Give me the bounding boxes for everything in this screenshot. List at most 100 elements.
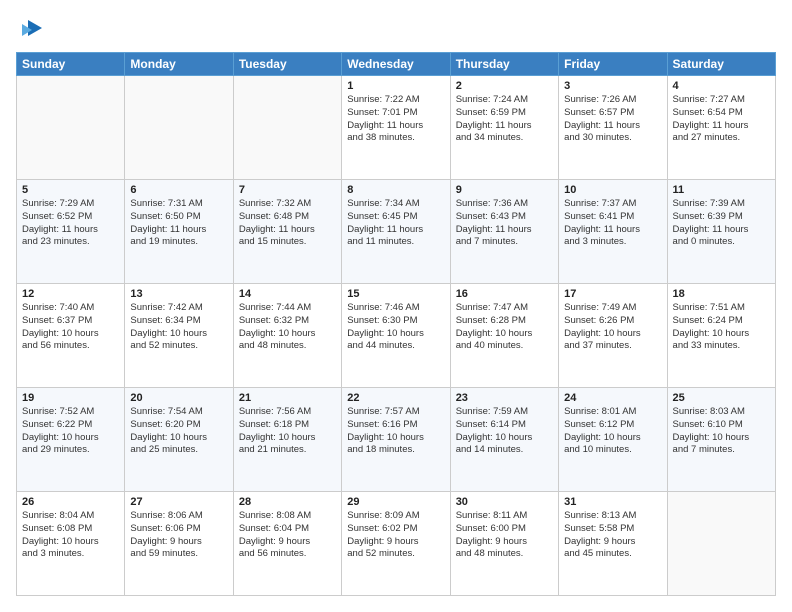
day-info: Sunrise: 7:49 AM Sunset: 6:26 PM Dayligh…: [564, 302, 661, 353]
calendar-cell: 9 Sunrise: 7:36 AM Sunset: 6:43 PM Daylig…: [450, 180, 558, 284]
day-number: 3: [564, 80, 661, 92]
day-info: Sunrise: 7:42 AM Sunset: 6:34 PM Dayligh…: [130, 302, 227, 353]
day-info: Sunrise: 7:22 AM Sunset: 7:01 PM Dayligh…: [347, 94, 444, 145]
day-info: Sunrise: 7:52 AM Sunset: 6:22 PM Dayligh…: [22, 406, 119, 457]
calendar-cell: 24Sunrise: 8:01 AM Sunset: 6:12 PM Dayli…: [559, 388, 667, 492]
logo: [16, 16, 46, 44]
calendar-cell: 8 Sunrise: 7:34 AM Sunset: 6:45 PM Daylig…: [342, 180, 450, 284]
calendar-cell: 12 Sunrise: 7:40 AM Sunset: 6:37 PM Dayli…: [17, 284, 125, 388]
day-number: 6: [130, 184, 227, 196]
day-number: 11: [673, 184, 770, 196]
day-number: 2: [456, 80, 553, 92]
calendar-cell: 14Sunrise: 7:44 AM Sunset: 6:32 PM Dayli…: [233, 284, 341, 388]
day-number: 28: [239, 496, 336, 508]
calendar-cell: 22 Sunrise: 7:57 AM Sunset: 6:16 PM Dayli…: [342, 388, 450, 492]
day-number: 21: [239, 392, 336, 404]
day-info: Sunrise: 7:37 AM Sunset: 6:41 PM Dayligh…: [564, 198, 661, 249]
calendar-week-row-3: 19 Sunrise: 7:52 AM Sunset: 6:22 PM Dayli…: [17, 388, 776, 492]
day-number: 7: [239, 184, 336, 196]
calendar-cell: 1 Sunrise: 7:22 AM Sunset: 7:01 PM Daylig…: [342, 76, 450, 180]
day-info: Sunrise: 7:26 AM Sunset: 6:57 PM Dayligh…: [564, 94, 661, 145]
calendar-cell: 7 Sunrise: 7:32 AM Sunset: 6:48 PM Daylig…: [233, 180, 341, 284]
weekday-header-thursday: Thursday: [450, 53, 558, 76]
weekday-header-monday: Monday: [125, 53, 233, 76]
weekday-header-row: SundayMondayTuesdayWednesdayThursdayFrid…: [17, 53, 776, 76]
calendar-cell: 23Sunrise: 7:59 AM Sunset: 6:14 PM Dayli…: [450, 388, 558, 492]
day-number: 4: [673, 80, 770, 92]
calendar-cell: 29Sunrise: 8:09 AM Sunset: 6:02 PM Dayli…: [342, 492, 450, 596]
day-number: 9: [456, 184, 553, 196]
day-info: Sunrise: 8:08 AM Sunset: 6:04 PM Dayligh…: [239, 510, 336, 561]
calendar-cell: 17Sunrise: 7:49 AM Sunset: 6:26 PM Dayli…: [559, 284, 667, 388]
day-number: 22: [347, 392, 444, 404]
day-info: Sunrise: 7:32 AM Sunset: 6:48 PM Dayligh…: [239, 198, 336, 249]
calendar-cell: 6Sunrise: 7:31 AM Sunset: 6:50 PM Daylig…: [125, 180, 233, 284]
weekday-header-wednesday: Wednesday: [342, 53, 450, 76]
header: [16, 16, 776, 44]
calendar-cell: 30 Sunrise: 8:11 AM Sunset: 6:00 PM Dayli…: [450, 492, 558, 596]
calendar-cell: 5 Sunrise: 7:29 AM Sunset: 6:52 PM Daylig…: [17, 180, 125, 284]
day-number: 1: [347, 80, 444, 92]
day-number: 25: [673, 392, 770, 404]
day-info: Sunrise: 8:13 AM Sunset: 5:58 PM Dayligh…: [564, 510, 661, 561]
day-number: 27: [130, 496, 227, 508]
calendar-week-row-4: 26Sunrise: 8:04 AM Sunset: 6:08 PM Dayli…: [17, 492, 776, 596]
calendar-cell: 3 Sunrise: 7:26 AM Sunset: 6:57 PM Daylig…: [559, 76, 667, 180]
day-number: 15: [347, 288, 444, 300]
calendar-cell: 10 Sunrise: 7:37 AM Sunset: 6:41 PM Dayli…: [559, 180, 667, 284]
day-number: 5: [22, 184, 119, 196]
day-number: 30: [456, 496, 553, 508]
day-info: Sunrise: 8:11 AM Sunset: 6:00 PM Dayligh…: [456, 510, 553, 561]
calendar-cell: [233, 76, 341, 180]
day-number: 20: [130, 392, 227, 404]
calendar-cell: 19 Sunrise: 7:52 AM Sunset: 6:22 PM Dayli…: [17, 388, 125, 492]
day-info: Sunrise: 7:57 AM Sunset: 6:16 PM Dayligh…: [347, 406, 444, 457]
calendar-cell: 18 Sunrise: 7:51 AM Sunset: 6:24 PM Dayli…: [667, 284, 775, 388]
weekday-header-friday: Friday: [559, 53, 667, 76]
day-info: Sunrise: 7:47 AM Sunset: 6:28 PM Dayligh…: [456, 302, 553, 353]
calendar-cell: 28 Sunrise: 8:08 AM Sunset: 6:04 PM Dayli…: [233, 492, 341, 596]
calendar-cell: 21 Sunrise: 7:56 AM Sunset: 6:18 PM Dayli…: [233, 388, 341, 492]
calendar-week-row-0: 1 Sunrise: 7:22 AM Sunset: 7:01 PM Daylig…: [17, 76, 776, 180]
weekday-header-tuesday: Tuesday: [233, 53, 341, 76]
day-number: 12: [22, 288, 119, 300]
day-number: 18: [673, 288, 770, 300]
day-info: Sunrise: 8:03 AM Sunset: 6:10 PM Dayligh…: [673, 406, 770, 457]
page: SundayMondayTuesdayWednesdayThursdayFrid…: [0, 0, 792, 612]
day-number: 13: [130, 288, 227, 300]
day-info: Sunrise: 8:01 AM Sunset: 6:12 PM Dayligh…: [564, 406, 661, 457]
calendar-cell: 15 Sunrise: 7:46 AM Sunset: 6:30 PM Dayli…: [342, 284, 450, 388]
day-number: 19: [22, 392, 119, 404]
day-info: Sunrise: 7:46 AM Sunset: 6:30 PM Dayligh…: [347, 302, 444, 353]
day-number: 16: [456, 288, 553, 300]
day-info: Sunrise: 7:39 AM Sunset: 6:39 PM Dayligh…: [673, 198, 770, 249]
day-info: Sunrise: 7:34 AM Sunset: 6:45 PM Dayligh…: [347, 198, 444, 249]
day-info: Sunrise: 8:06 AM Sunset: 6:06 PM Dayligh…: [130, 510, 227, 561]
day-info: Sunrise: 7:29 AM Sunset: 6:52 PM Dayligh…: [22, 198, 119, 249]
day-number: 23: [456, 392, 553, 404]
day-info: Sunrise: 7:27 AM Sunset: 6:54 PM Dayligh…: [673, 94, 770, 145]
day-number: 14: [239, 288, 336, 300]
weekday-header-sunday: Sunday: [17, 53, 125, 76]
calendar-cell: 25 Sunrise: 8:03 AM Sunset: 6:10 PM Dayli…: [667, 388, 775, 492]
day-number: 29: [347, 496, 444, 508]
calendar-table: SundayMondayTuesdayWednesdayThursdayFrid…: [16, 52, 776, 596]
day-number: 26: [22, 496, 119, 508]
calendar-cell: 16 Sunrise: 7:47 AM Sunset: 6:28 PM Dayli…: [450, 284, 558, 388]
day-info: Sunrise: 7:51 AM Sunset: 6:24 PM Dayligh…: [673, 302, 770, 353]
day-info: Sunrise: 7:40 AM Sunset: 6:37 PM Dayligh…: [22, 302, 119, 353]
calendar-cell: 2 Sunrise: 7:24 AM Sunset: 6:59 PM Daylig…: [450, 76, 558, 180]
calendar-cell: 13 Sunrise: 7:42 AM Sunset: 6:34 PM Dayli…: [125, 284, 233, 388]
calendar-cell: 26Sunrise: 8:04 AM Sunset: 6:08 PM Dayli…: [17, 492, 125, 596]
calendar-week-row-1: 5 Sunrise: 7:29 AM Sunset: 6:52 PM Daylig…: [17, 180, 776, 284]
day-info: Sunrise: 7:24 AM Sunset: 6:59 PM Dayligh…: [456, 94, 553, 145]
day-info: Sunrise: 7:36 AM Sunset: 6:43 PM Dayligh…: [456, 198, 553, 249]
day-number: 10: [564, 184, 661, 196]
calendar-cell: [17, 76, 125, 180]
calendar-cell: [667, 492, 775, 596]
calendar-week-row-2: 12 Sunrise: 7:40 AM Sunset: 6:37 PM Dayli…: [17, 284, 776, 388]
calendar-cell: [125, 76, 233, 180]
day-number: 8: [347, 184, 444, 196]
calendar-cell: 27 Sunrise: 8:06 AM Sunset: 6:06 PM Dayli…: [125, 492, 233, 596]
day-info: Sunrise: 7:56 AM Sunset: 6:18 PM Dayligh…: [239, 406, 336, 457]
